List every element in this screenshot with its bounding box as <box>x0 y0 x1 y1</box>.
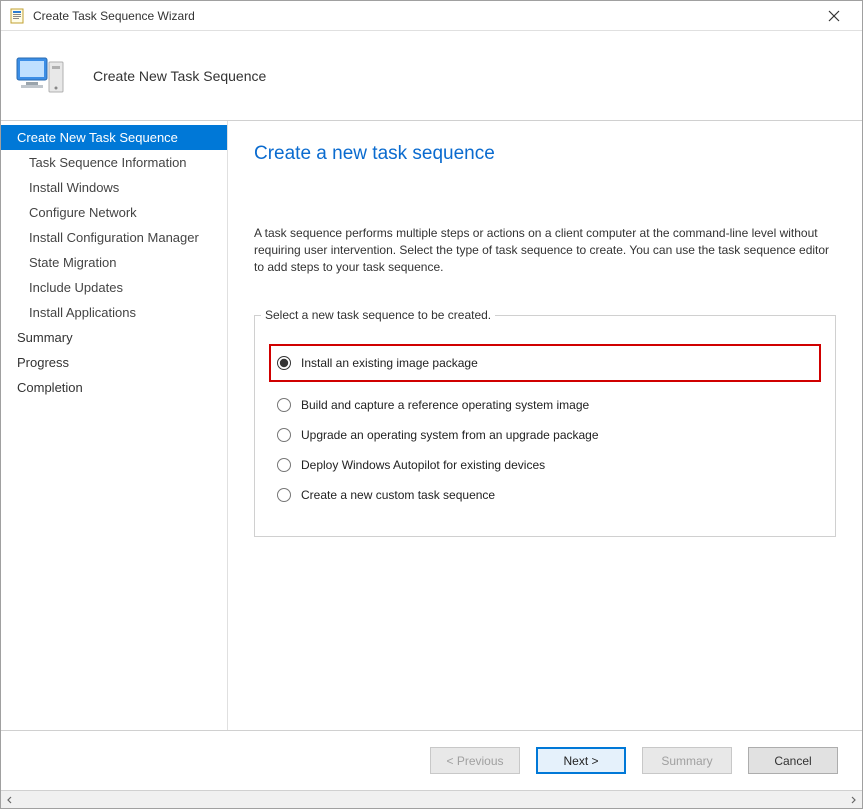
task-sequence-option-4[interactable]: Create a new custom task sequence <box>277 480 813 510</box>
sidebar-step-3[interactable]: Configure Network <box>1 200 227 225</box>
summary-button: Summary <box>642 747 732 774</box>
sidebar-step-0[interactable]: Create New Task Sequence <box>1 125 227 150</box>
close-button[interactable] <box>814 1 854 31</box>
task-sequence-radio-3[interactable] <box>277 458 291 472</box>
task-sequence-option-3[interactable]: Deploy Windows Autopilot for existing de… <box>277 450 813 480</box>
app-icon <box>9 8 25 24</box>
sidebar-step-8[interactable]: Summary <box>1 325 227 350</box>
task-sequence-label-4: Create a new custom task sequence <box>301 488 495 502</box>
close-icon <box>828 10 840 22</box>
task-sequence-option-2[interactable]: Upgrade an operating system from an upgr… <box>277 420 813 450</box>
task-sequence-type-group: Select a new task sequence to be created… <box>254 315 836 537</box>
window-title: Create Task Sequence Wizard <box>33 9 814 23</box>
group-legend: Select a new task sequence to be created… <box>261 308 495 322</box>
wizard-body: Create New Task SequenceTask Sequence In… <box>1 121 862 730</box>
wizard-header-subtitle: Create New Task Sequence <box>93 68 266 84</box>
task-sequence-radio-0[interactable] <box>277 356 291 370</box>
task-sequence-option-0[interactable]: Install an existing image package <box>269 344 821 382</box>
previous-button: < Previous <box>430 747 520 774</box>
horizontal-scrollbar[interactable] <box>1 790 862 808</box>
task-sequence-label-0: Install an existing image package <box>301 356 478 370</box>
page-title: Create a new task sequence <box>254 143 836 165</box>
wizard-content: Create a new task sequence A task sequen… <box>228 121 862 730</box>
page-description: A task sequence performs multiple steps … <box>254 225 836 275</box>
task-sequence-radio-2[interactable] <box>277 428 291 442</box>
sidebar-step-7[interactable]: Install Applications <box>1 300 227 325</box>
task-sequence-label-1: Build and capture a reference operating … <box>301 398 589 412</box>
task-sequence-radio-4[interactable] <box>277 488 291 502</box>
sidebar-step-10[interactable]: Completion <box>1 375 227 400</box>
sidebar-step-9[interactable]: Progress <box>1 350 227 375</box>
wizard-sidebar: Create New Task SequenceTask Sequence In… <box>1 121 228 730</box>
wizard-header-icon <box>13 48 69 104</box>
sidebar-step-2[interactable]: Install Windows <box>1 175 227 200</box>
task-sequence-option-1[interactable]: Build and capture a reference operating … <box>277 390 813 420</box>
cancel-button[interactable]: Cancel <box>748 747 838 774</box>
next-button[interactable]: Next > <box>536 747 626 774</box>
scroll-right-button[interactable] <box>844 791 862 808</box>
task-sequence-radio-1[interactable] <box>277 398 291 412</box>
chevron-left-icon <box>6 796 14 804</box>
task-sequence-label-2: Upgrade an operating system from an upgr… <box>301 428 599 442</box>
scroll-left-button[interactable] <box>1 791 19 808</box>
wizard-header: Create New Task Sequence <box>1 31 862 121</box>
chevron-right-icon <box>849 796 857 804</box>
sidebar-step-6[interactable]: Include Updates <box>1 275 227 300</box>
task-sequence-label-3: Deploy Windows Autopilot for existing de… <box>301 458 545 472</box>
sidebar-step-4[interactable]: Install Configuration Manager <box>1 225 227 250</box>
titlebar: Create Task Sequence Wizard <box>1 1 862 31</box>
sidebar-step-5[interactable]: State Migration <box>1 250 227 275</box>
sidebar-step-1[interactable]: Task Sequence Information <box>1 150 227 175</box>
wizard-footer: < Previous Next > Summary Cancel <box>1 730 862 790</box>
scroll-track[interactable] <box>19 791 844 808</box>
wizard-window: Create Task Sequence Wizard Create New T… <box>0 0 863 809</box>
